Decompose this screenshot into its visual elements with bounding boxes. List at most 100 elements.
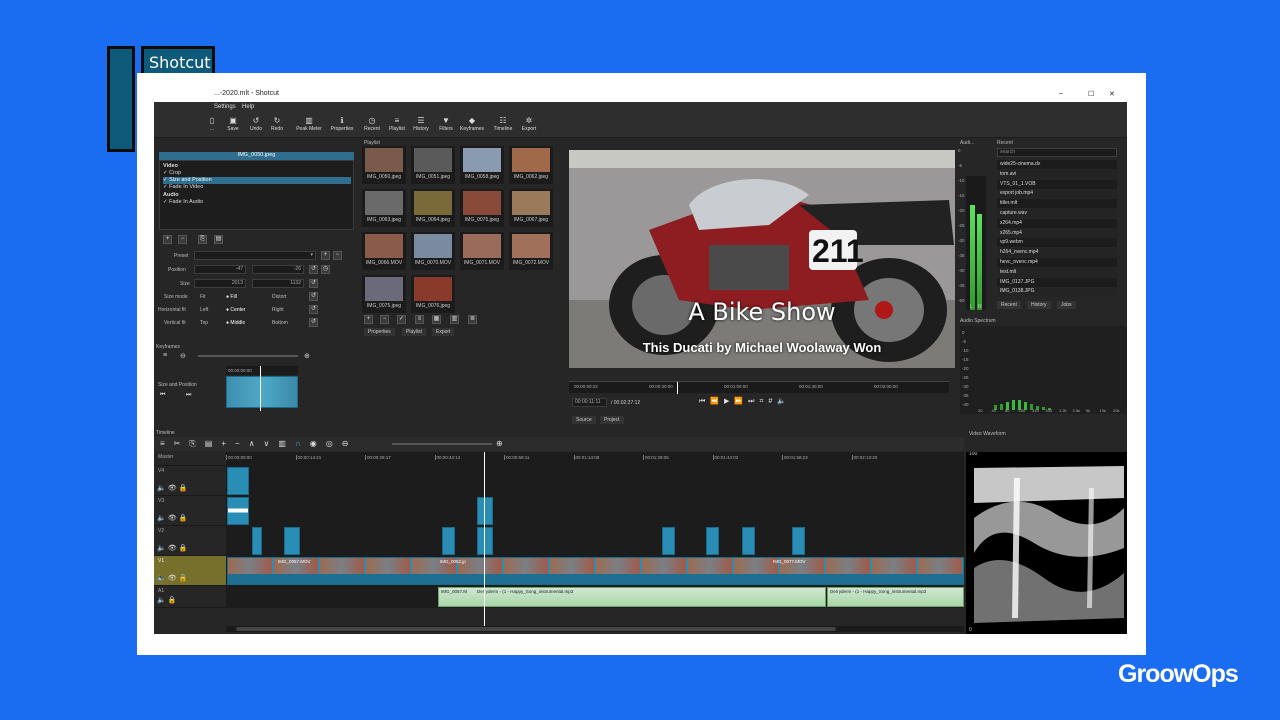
preset-delete-button[interactable]: − — [333, 251, 342, 260]
volume-icon[interactable]: 🔈 — [777, 398, 791, 405]
timeline-clip[interactable] — [477, 527, 493, 555]
tab-recent[interactable]: Recent — [997, 301, 1021, 309]
skip-start-icon[interactable]: ⏮ — [699, 398, 710, 405]
mute-icon[interactable]: 🔈 — [157, 575, 168, 582]
size-mode-fill[interactable]: ● Fill — [226, 294, 237, 300]
paste-icon[interactable]: ▤ — [205, 439, 222, 448]
hfit-right[interactable]: Right — [272, 307, 284, 313]
skip-end-icon[interactable]: ⏭ — [748, 398, 759, 405]
toolbar-export-button[interactable]: ✲ Export — [514, 115, 544, 132]
size-mode-reset-button[interactable]: ↺ — [309, 292, 318, 301]
timeline-clip[interactable] — [477, 497, 493, 525]
playlist-item[interactable]: IMG_0051.jpeg — [411, 146, 455, 184]
vfit-middle[interactable]: ● Middle — [226, 320, 245, 326]
recent-item[interactable]: vp9.webm — [997, 238, 1117, 248]
playlist-item[interactable]: IMG_0063.jpeg — [362, 189, 406, 227]
maximize-button[interactable]: ☐ — [1088, 90, 1094, 98]
timeline-zoom-in-icon[interactable]: ⊕ — [496, 439, 503, 448]
playlist-item[interactable]: IMG_0075.jpeg — [460, 189, 504, 227]
remove-icon[interactable]: − — [235, 439, 249, 448]
playlist-item[interactable]: IMG_0071.MOV — [460, 232, 504, 270]
timeline-ruler[interactable]: 00:00:00:00 00:00:14:21 00:00:29:17 00:00:4… — [226, 452, 964, 466]
playlist-item[interactable]: IMG_0064.jpeg — [411, 189, 455, 227]
copy-filter-button[interactable]: ⎘ — [198, 235, 207, 244]
timeline-clip[interactable] — [742, 527, 755, 555]
remove-filter-button[interactable]: − — [178, 235, 187, 244]
timeline-zoom-slider[interactable] — [392, 443, 492, 445]
mute-icon[interactable]: 🔈 — [157, 545, 168, 552]
keyframes-menu-icon[interactable]: ≡ — [163, 352, 167, 359]
mute-icon[interactable]: 🔈 — [157, 515, 168, 522]
tab-jobs[interactable]: Jobs — [1057, 301, 1076, 309]
timeline-clip[interactable] — [442, 527, 455, 555]
timeline-clip[interactable] — [252, 527, 262, 555]
hfit-left[interactable]: Left — [200, 307, 208, 313]
playlist-item[interactable]: IMG_0072.MOV — [509, 232, 553, 270]
viewer-timeline-ruler[interactable]: 00:00:00:22 00:00:30:00 00:01:00:00 00:0… — [569, 381, 949, 394]
keyframes-clip[interactable] — [226, 376, 298, 408]
eye-icon[interactable]: 👁 — [168, 545, 179, 552]
lock-icon[interactable]: 🔒 — [179, 575, 190, 582]
video-viewer[interactable]: 211 A Bike Show This Ducati by Michael W… — [569, 150, 955, 368]
recent-item[interactable]: VTS_01_1.VOB — [997, 179, 1117, 189]
grid-icon[interactable]: # — [768, 398, 777, 405]
timeline-playhead[interactable] — [484, 452, 485, 627]
recent-item[interactable]: IMG_0137.JPG — [997, 277, 1117, 287]
recent-item[interactable]: capture.wav — [997, 209, 1117, 218]
preset-select[interactable]: ▾ — [194, 251, 316, 260]
tab-source[interactable]: Source — [572, 416, 596, 424]
overwrite-icon[interactable]: ∨ — [264, 439, 279, 448]
mute-icon[interactable]: 🔈 — [157, 485, 168, 492]
vfit-reset-button[interactable]: ↺ — [309, 318, 318, 327]
tab-project[interactable]: Project — [600, 416, 624, 424]
recent-item[interactable]: wide25-cinema.dv — [997, 160, 1117, 169]
close-button[interactable]: ✕ — [1109, 90, 1115, 98]
timeline-clip[interactable] — [284, 527, 300, 555]
keyframes-zoom-out-icon[interactable]: ⊖ — [180, 352, 186, 360]
playlist-item[interactable]: IMG_0070.MOV — [411, 232, 455, 270]
filter-crop[interactable]: ✓ Crop — [163, 170, 351, 177]
add-filter-button[interactable]: + — [163, 235, 172, 244]
playlist-detail-view-button[interactable]: ≡ — [415, 315, 424, 324]
hfit-center[interactable]: ● Center — [226, 307, 245, 313]
append-icon[interactable]: + — [221, 439, 235, 448]
tab-history[interactable]: History — [1027, 301, 1051, 309]
timeline-clip[interactable] — [662, 527, 675, 555]
filter-size-position[interactable]: ✓ Size and Position — [163, 177, 351, 184]
vfit-top[interactable]: Top — [200, 320, 208, 326]
playlist-icon-view-button[interactable]: ▥ — [450, 315, 459, 324]
playlist-item[interactable]: IMG_0062.jpeg — [509, 146, 553, 184]
filter-fade-in-audio[interactable]: ✓ Fade In Audio — [163, 199, 351, 206]
lock-icon[interactable]: 🔒 — [179, 545, 190, 552]
eye-icon[interactable]: 👁 — [168, 485, 179, 492]
playlist-update-button[interactable]: ✓ — [397, 315, 406, 324]
recent-item[interactable]: x265.mp4 — [997, 228, 1117, 238]
playlist-add-button[interactable]: + — [364, 315, 373, 324]
recent-item[interactable]: IMG_0138.JPG — [997, 287, 1117, 297]
playlist-item[interactable]: IMG_0067.jpeg — [509, 189, 553, 227]
hfit-reset-button[interactable]: ↺ — [309, 305, 318, 314]
timeline-clip-v1[interactable]: IMG_0057.MOV IMG_0077.MOV IMG_0052.jp — [227, 557, 964, 585]
size-mode-fit[interactable]: Fit — [200, 294, 206, 300]
timeline-menu-icon[interactable]: ≡ — [160, 439, 174, 448]
scrub-icon[interactable]: ◉ — [310, 439, 326, 448]
timeline-clip[interactable] — [792, 527, 805, 555]
recent-item[interactable]: tom.avi — [997, 169, 1117, 179]
tab-playlist[interactable]: Playlist — [402, 328, 426, 336]
vfit-bottom[interactable]: Bottom — [272, 320, 288, 326]
timeline-scrollbar[interactable] — [226, 626, 964, 632]
copy-icon[interactable]: ⎘ — [189, 439, 204, 448]
recent-item[interactable]: export job.mp4 — [997, 189, 1117, 199]
timeline-clip[interactable] — [706, 527, 719, 555]
paste-filter-button[interactable]: ▤ — [214, 235, 223, 244]
playlist-tile-view-button[interactable]: ▦ — [432, 315, 441, 324]
cut-icon[interactable]: ✂ — [174, 439, 190, 448]
size-height-field[interactable]: 1132 — [252, 279, 304, 288]
size-reset-button[interactable]: ↺ — [309, 279, 318, 288]
recent-item[interactable]: h264_nvenc.mp4 — [997, 248, 1117, 258]
viewer-playhead[interactable] — [677, 382, 678, 394]
keyframes-playhead[interactable] — [260, 366, 261, 411]
position-keyframe-button[interactable]: ◷ — [321, 265, 330, 274]
recent-item[interactable]: x264.mp4 — [997, 218, 1117, 228]
playlist-item[interactable]: IMG_0066.MOV — [362, 232, 406, 270]
